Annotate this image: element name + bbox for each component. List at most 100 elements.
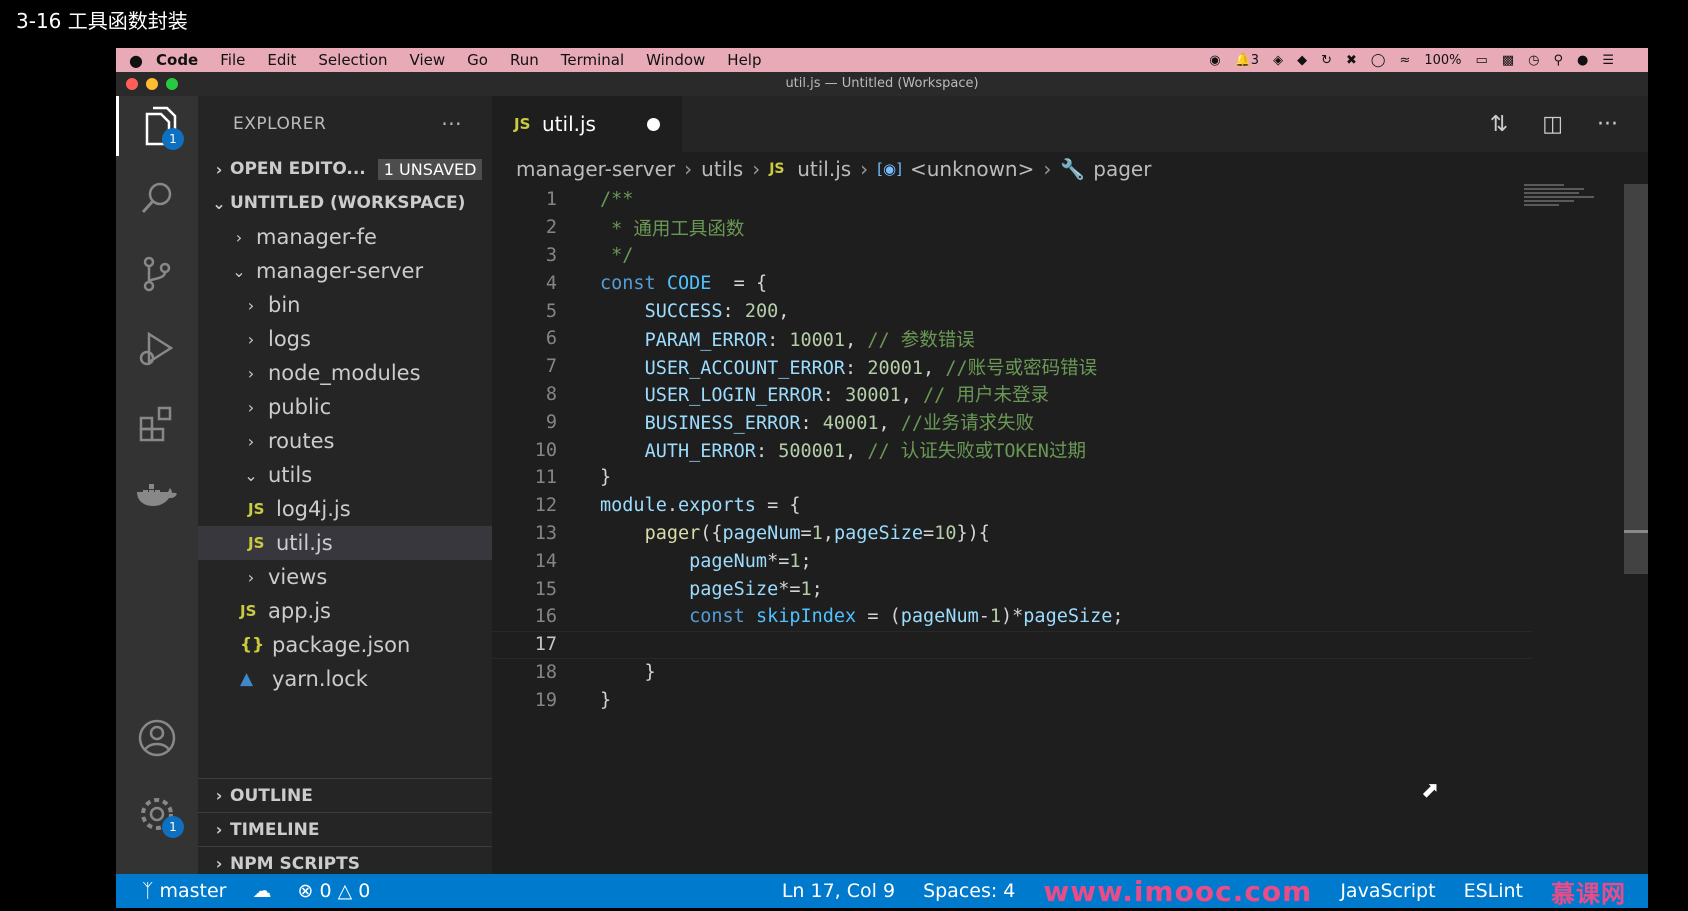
cursor-position[interactable]: Ln 17, Col 9: [782, 880, 895, 902]
breadcrumb-item[interactable]: manager-server: [516, 157, 675, 181]
watermark-cn: 慕课网: [1551, 879, 1626, 908]
battery-icon[interactable]: ▭: [1476, 53, 1488, 68]
code-line[interactable]: 1 /**: [492, 186, 1532, 214]
sync-icon[interactable]: ☁: [252, 880, 271, 902]
search-icon[interactable]: [116, 168, 198, 228]
tree-item[interactable]: JS util.js: [198, 526, 492, 560]
indentation[interactable]: Spaces: 4: [923, 880, 1015, 902]
unsaved-dot-icon[interactable]: [647, 117, 660, 131]
minimize-window-icon[interactable]: [146, 78, 158, 90]
code-editor[interactable]: 1/** 2 * 通用工具函数 3 */4 const CODE = {5 SUCCE…: [492, 186, 1532, 714]
open-changes-icon[interactable]: ⇅: [1490, 112, 1508, 137]
tree-item[interactable]: › views: [198, 560, 492, 594]
js-file-icon: JS: [240, 602, 257, 620]
chat-icon[interactable]: ◯: [1371, 53, 1386, 68]
code-line[interactable]: 15 pageSize*=1;: [492, 575, 1532, 603]
tree-item[interactable]: JS app.js: [198, 594, 492, 628]
extensions-icon[interactable]: [116, 394, 198, 454]
more-actions-icon[interactable]: ···: [441, 112, 462, 136]
stats-icon[interactable]: ▩: [1502, 53, 1514, 68]
code-line[interactable]: 2 * 通用工具函数: [492, 214, 1532, 242]
tree-item[interactable]: › bin: [198, 288, 492, 322]
wechat-icon[interactable]: ◈: [1273, 53, 1283, 68]
eslint-status[interactable]: ESLint: [1464, 880, 1523, 902]
vertical-scrollbar[interactable]: [1624, 184, 1648, 874]
menu-terminal[interactable]: Terminal: [561, 51, 624, 69]
menu-view[interactable]: View: [410, 51, 446, 69]
tree-item[interactable]: ⌄ utils: [198, 458, 492, 492]
clock-icon[interactable]: ◷: [1528, 53, 1539, 68]
control-center-icon[interactable]: ☰: [1602, 53, 1614, 68]
menu-selection[interactable]: Selection: [318, 51, 387, 69]
bell-icon[interactable]: 🔔3: [1235, 53, 1259, 68]
spotlight-icon[interactable]: ⚲: [1553, 53, 1563, 68]
menu-run[interactable]: Run: [510, 51, 539, 69]
files-icon[interactable]: 1: [116, 96, 198, 156]
menu-window[interactable]: Window: [646, 51, 705, 69]
tree-item[interactable]: › logs: [198, 322, 492, 356]
breadcrumb-item[interactable]: utils: [701, 157, 743, 181]
code-line[interactable]: 19}: [492, 686, 1532, 714]
tree-item[interactable]: {} package.json: [198, 628, 492, 662]
problems-item[interactable]: ⊗ 0 △ 0: [297, 880, 370, 902]
code-line[interactable]: 18 }: [492, 659, 1532, 687]
record-icon[interactable]: ◉: [1209, 53, 1220, 68]
code-line[interactable]: 11}: [492, 464, 1532, 492]
code-text: USER_LOGIN_ERROR: 30001, // 用户未登录: [644, 385, 1049, 407]
menu-file[interactable]: File: [220, 51, 245, 69]
scrollbar-thumb[interactable]: [1624, 184, 1648, 574]
branch-item[interactable]: ᛉ master: [142, 880, 226, 902]
breadcrumb-item[interactable]: util.js: [797, 157, 851, 181]
source-control-icon[interactable]: [116, 244, 198, 304]
code-line[interactable]: 16 const skipIndex = (pageNum-1)*pageSiz…: [492, 603, 1532, 631]
evernote-icon[interactable]: ◆: [1297, 53, 1307, 68]
breadcrumb-item[interactable]: <unknown>: [910, 157, 1034, 181]
more-actions-icon[interactable]: ···: [1597, 112, 1618, 137]
code-line[interactable]: 8 USER_LOGIN_ERROR: 30001, // 用户未登录: [492, 381, 1532, 409]
breadcrumb-item[interactable]: pager: [1093, 157, 1151, 181]
menu-help[interactable]: Help: [727, 51, 761, 69]
menu-code[interactable]: Code: [156, 51, 198, 69]
code-line[interactable]: 4 const CODE = {: [492, 269, 1532, 297]
tree-item[interactable]: › routes: [198, 424, 492, 458]
timeline-section[interactable]: › TIMELINE: [198, 812, 492, 846]
wifi-icon[interactable]: ≈: [1399, 53, 1410, 68]
docker-icon[interactable]: [116, 468, 198, 528]
run-debug-icon[interactable]: [116, 318, 198, 378]
menu-go[interactable]: Go: [467, 51, 488, 69]
language-mode[interactable]: JavaScript: [1340, 880, 1435, 902]
chevron-right-icon: ›: [235, 227, 243, 247]
gear-icon[interactable]: 1: [116, 784, 198, 844]
tree-item[interactable]: › manager-fe: [198, 220, 492, 254]
tree-item[interactable]: ▲ yarn.lock: [198, 662, 492, 696]
tab-util-js[interactable]: JS util.js: [492, 96, 682, 152]
outline-section[interactable]: › OUTLINE: [198, 778, 492, 812]
app-icon[interactable]: ✖: [1346, 53, 1357, 68]
sync-icon[interactable]: ↻: [1321, 53, 1332, 68]
tree-item[interactable]: › public: [198, 390, 492, 424]
tree-item[interactable]: › node_modules: [198, 356, 492, 390]
code-line[interactable]: 17: [492, 630, 1532, 659]
code-line[interactable]: 6 PARAM_ERROR: 10001, // 参数错误: [492, 325, 1532, 353]
tree-item[interactable]: ⌄ manager-server: [198, 254, 492, 288]
apple-icon[interactable]: ●: [116, 51, 156, 70]
menu-edit[interactable]: Edit: [267, 51, 296, 69]
code-line[interactable]: 5 SUCCESS: 200,: [492, 297, 1532, 325]
code-line[interactable]: 14 pageNum*=1;: [492, 547, 1532, 575]
tree-item-label: yarn.lock: [272, 667, 368, 691]
code-line[interactable]: 10 AUTH_ERROR: 500001, // 认证失败或TOKEN过期: [492, 436, 1532, 464]
zoom-window-icon[interactable]: [166, 78, 178, 90]
code-line[interactable]: 12 module.exports = {: [492, 492, 1532, 520]
code-line[interactable]: 9 BUSINESS_ERROR: 40001, //业务请求失败: [492, 408, 1532, 436]
split-editor-icon[interactable]: ◫: [1542, 112, 1563, 137]
open-editors-section[interactable]: › OPEN EDITO... 1 UNSAVED: [198, 152, 492, 186]
code-line[interactable]: 13 pager({pageNum=1,pageSize=10}){: [492, 520, 1532, 548]
code-line[interactable]: 3 */: [492, 242, 1532, 270]
minimap[interactable]: [1524, 184, 1624, 224]
siri-icon[interactable]: ●: [1577, 53, 1588, 68]
workspace-section[interactable]: ⌄ UNTITLED (WORKSPACE): [198, 186, 492, 220]
tree-item[interactable]: JS log4j.js: [198, 492, 492, 526]
close-window-icon[interactable]: [126, 78, 138, 90]
account-icon[interactable]: [116, 708, 198, 768]
code-line[interactable]: 7 USER_ACCOUNT_ERROR: 20001, //账号或密码错误: [492, 353, 1532, 381]
